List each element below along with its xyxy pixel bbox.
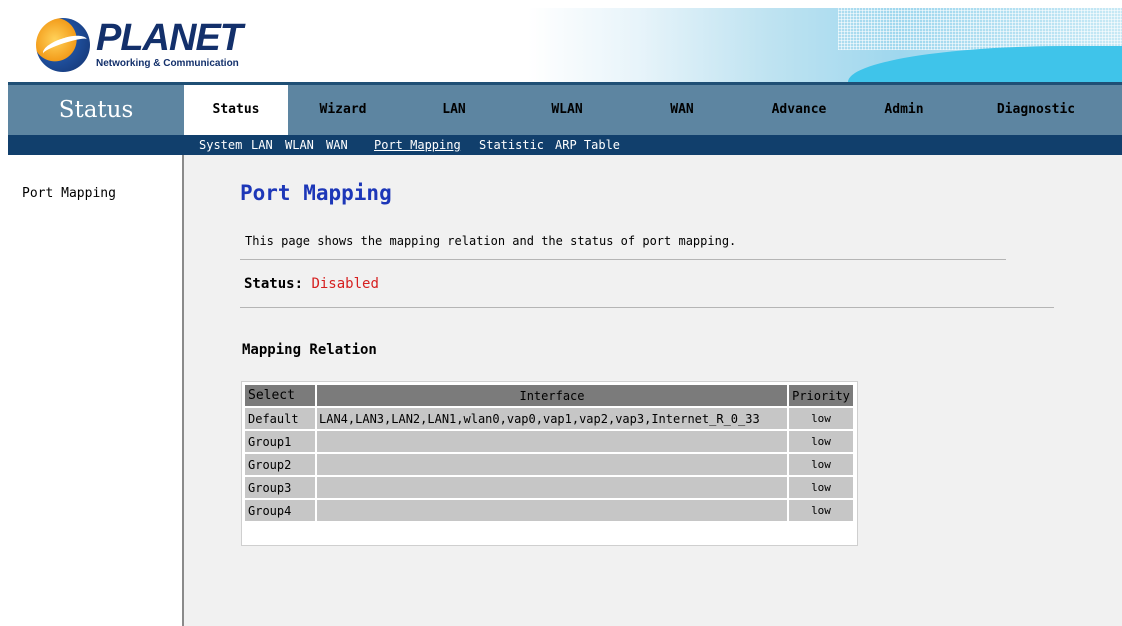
subnav-system[interactable]: System [199, 135, 242, 155]
table-row[interactable]: Group1 low [245, 431, 853, 452]
subnav-wlan[interactable]: WLAN [285, 135, 314, 155]
page-description: This page shows the mapping relation and… [245, 234, 737, 248]
table-row[interactable]: Group4 low [245, 500, 853, 521]
main-content: Port Mapping This page shows the mapping… [184, 155, 1122, 626]
subnav-lan[interactable]: LAN [251, 135, 273, 155]
cell-interface [317, 500, 787, 521]
mapping-table: Select Interface Priority Default LAN4,L… [243, 383, 855, 523]
subnav-port-mapping[interactable]: Port Mapping [374, 135, 461, 155]
cell-select[interactable]: Group4 [245, 500, 315, 521]
tab-wlan[interactable]: WLAN [510, 85, 624, 135]
cell-interface [317, 477, 787, 498]
subnav-arp-table[interactable]: ARP Table [555, 135, 620, 155]
sidebar: Port Mapping [8, 155, 184, 626]
banner-pattern [838, 8, 1122, 50]
sidebar-item-port-mapping[interactable]: Port Mapping [22, 186, 116, 201]
status-value: Disabled [311, 276, 379, 292]
cell-priority: low [789, 477, 853, 498]
cell-priority: low [789, 408, 853, 429]
tab-wizard[interactable]: Wizard [288, 85, 398, 135]
planet-globe-icon [36, 18, 90, 72]
cell-select[interactable]: Group1 [245, 431, 315, 452]
header-banner: PLANET Networking & Communication [8, 8, 1122, 82]
nav-section-title: Status [58, 97, 134, 123]
tab-admin[interactable]: Admin [858, 85, 950, 135]
table-header-row: Select Interface Priority [245, 385, 853, 406]
sub-nav: System LAN WLAN WAN Port Mapping Statist… [8, 135, 1122, 155]
page-title: Port Mapping [240, 181, 392, 205]
column-header-priority: Priority [789, 385, 853, 406]
logo-name: PLANET [96, 17, 243, 59]
section-title-mapping-relation: Mapping Relation [242, 342, 377, 358]
tab-diagnostic[interactable]: Diagnostic [950, 85, 1122, 135]
divider [240, 307, 1054, 308]
logo-tagline: Networking & Communication [96, 58, 239, 69]
cell-select[interactable]: Group3 [245, 477, 315, 498]
subnav-statistic[interactable]: Statistic [479, 135, 544, 155]
tab-advance[interactable]: Advance [740, 85, 858, 135]
cell-interface [317, 454, 787, 475]
divider [240, 259, 1006, 260]
cell-priority: low [789, 500, 853, 521]
column-header-select: Select [245, 385, 315, 406]
table-row[interactable]: Group2 low [245, 454, 853, 475]
tab-wan[interactable]: WAN [624, 85, 740, 135]
tab-status[interactable]: Status [184, 85, 288, 135]
main-nav: Status Status Wizard LAN WLAN WAN Advanc… [8, 85, 1122, 135]
cell-priority: low [789, 431, 853, 452]
table-row[interactable]: Default LAN4,LAN3,LAN2,LAN1,wlan0,vap0,v… [245, 408, 853, 429]
mapping-table-container: Select Interface Priority Default LAN4,L… [241, 381, 858, 546]
table-row[interactable]: Group3 low [245, 477, 853, 498]
cell-select[interactable]: Group2 [245, 454, 315, 475]
cell-priority: low [789, 454, 853, 475]
status-line: Status: Disabled [244, 276, 379, 292]
subnav-wan[interactable]: WAN [326, 135, 348, 155]
column-header-interface: Interface [317, 385, 787, 406]
logo-text: PLANET Networking & Communication [96, 17, 243, 70]
cell-select[interactable]: Default [245, 408, 315, 429]
status-label: Status: [244, 276, 304, 292]
planet-logo: PLANET Networking & Communication [36, 17, 243, 72]
tab-lan[interactable]: LAN [398, 85, 510, 135]
cell-interface: LAN4,LAN3,LAN2,LAN1,wlan0,vap0,vap1,vap2… [317, 408, 787, 429]
cell-interface [317, 431, 787, 452]
